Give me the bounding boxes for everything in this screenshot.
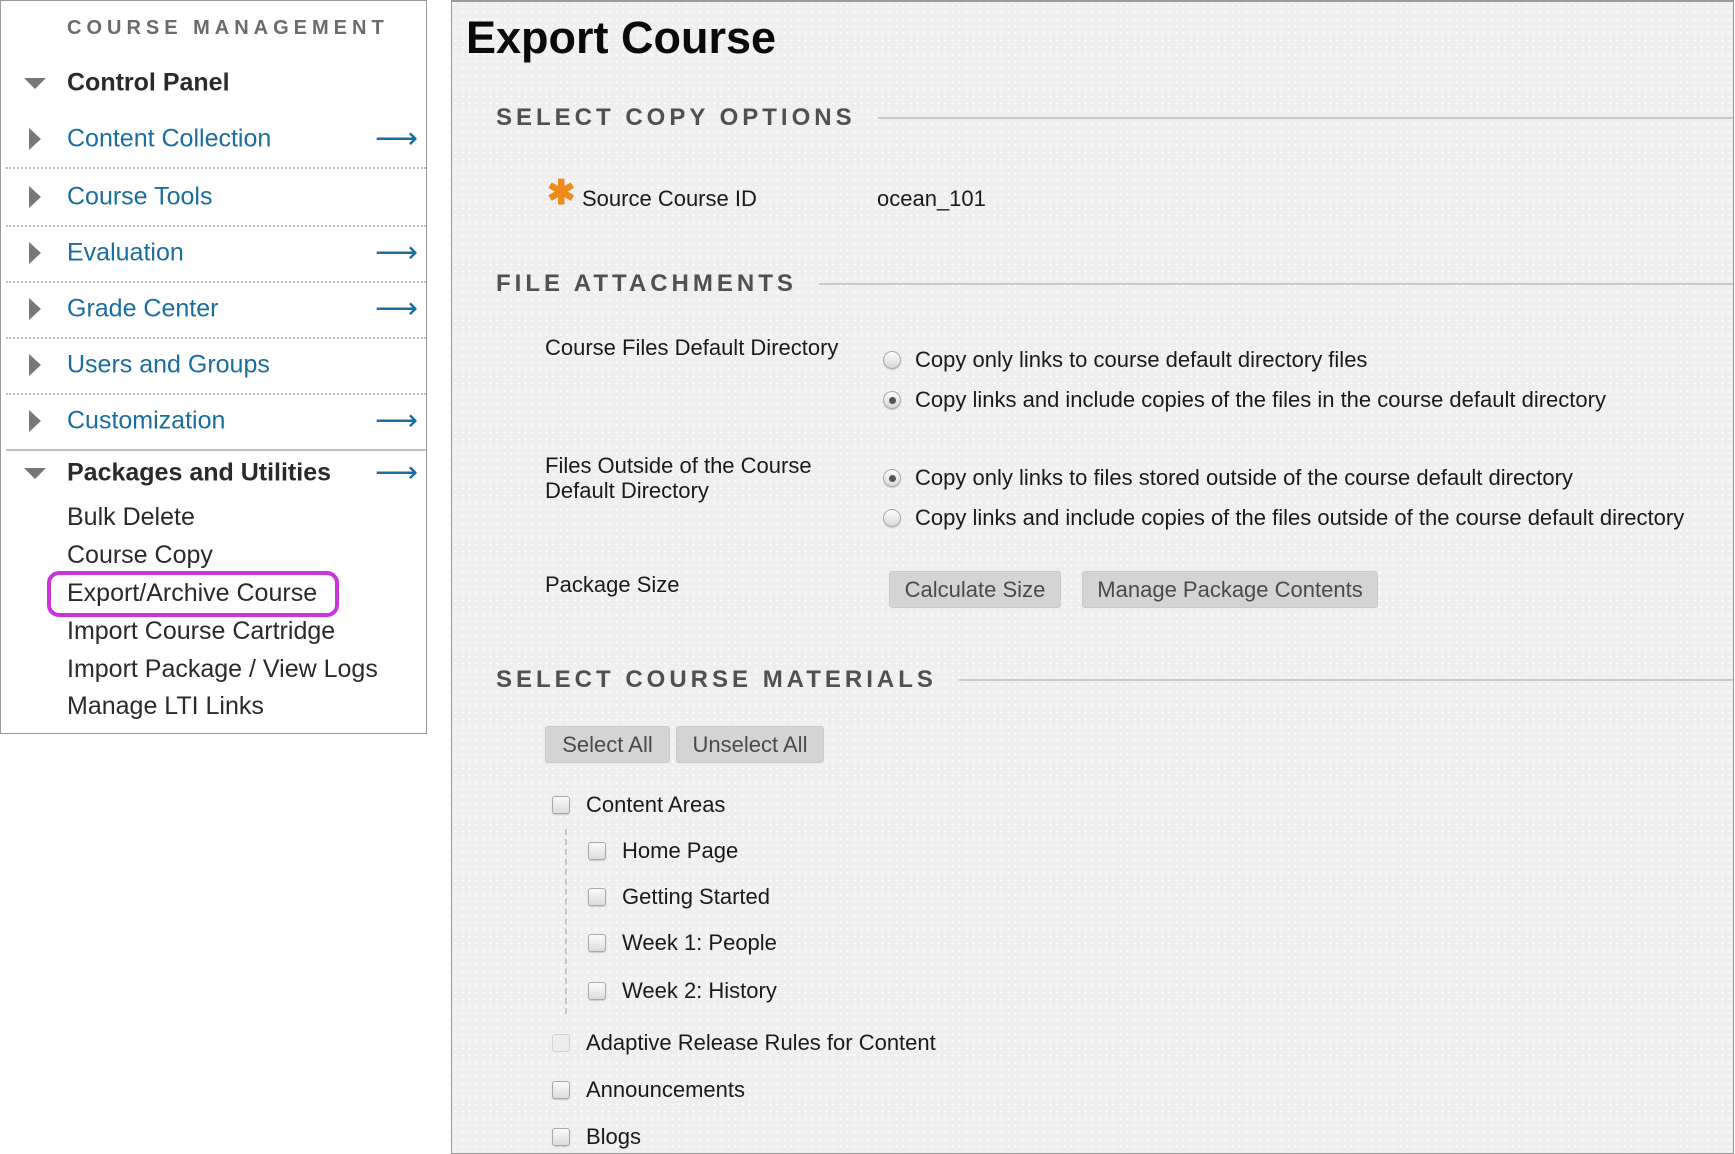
sidebar-subitem-bulk-delete[interactable]: Bulk Delete xyxy=(67,503,195,532)
collapsed-triangle-icon xyxy=(29,242,41,264)
checkbox-disabled xyxy=(552,1034,570,1052)
checkbox[interactable] xyxy=(552,1081,570,1099)
section-header-label: FILE ATTACHMENTS xyxy=(496,270,797,297)
radio-option-links-only-outside[interactable]: Copy only links to files stored outside … xyxy=(883,465,1573,491)
export-course-panel: Export Course SELECT COPY OPTIONS ✱ Sour… xyxy=(451,0,1734,1154)
arrow-right-icon[interactable]: ⟶ xyxy=(375,406,418,436)
expanded-triangle-icon xyxy=(24,78,46,89)
arrow-right-icon[interactable]: ⟶ xyxy=(375,294,418,324)
arrow-right-icon[interactable]: ⟶ xyxy=(375,238,418,268)
section-header-label: SELECT COURSE MATERIALS xyxy=(496,666,937,693)
collapsed-triangle-icon xyxy=(29,186,41,208)
sidebar-item-label[interactable]: Customization xyxy=(67,407,225,436)
sidebar-subitem-import-package-view-logs[interactable]: Import Package / View Logs xyxy=(67,655,378,684)
sidebar-item-content-collection[interactable]: Content Collection ⟶ xyxy=(6,111,426,169)
sidebar-heading: COURSE MANAGEMENT xyxy=(67,17,389,39)
checkbox[interactable] xyxy=(552,1128,570,1146)
radio-option-include-copies-outside[interactable]: Copy links and include copies of the fil… xyxy=(883,505,1684,531)
manage-package-contents-button[interactable]: Manage Package Contents xyxy=(1082,571,1378,608)
checkbox-item-adaptive-release-rules[interactable]: Adaptive Release Rules for Content xyxy=(552,1030,936,1056)
expanded-triangle-icon xyxy=(24,468,46,479)
course-management-sidebar: COURSE MANAGEMENT Control Panel Content … xyxy=(0,0,427,734)
calculate-size-button[interactable]: Calculate Size xyxy=(889,571,1061,608)
checkbox-item-getting-started[interactable]: Getting Started xyxy=(588,884,770,910)
checkbox-item-blogs[interactable]: Blogs xyxy=(552,1124,641,1150)
sidebar-item-evaluation[interactable]: Evaluation ⟶ xyxy=(6,225,426,283)
checkbox-label[interactable]: Blogs xyxy=(586,1124,641,1150)
radio-label[interactable]: Copy only links to course default direct… xyxy=(915,347,1367,373)
section-header-file-attachments: FILE ATTACHMENTS xyxy=(496,270,1733,298)
checkbox[interactable] xyxy=(588,982,606,1000)
highlight-annotation xyxy=(47,571,339,617)
sidebar-subitem-import-course-cartridge[interactable]: Import Course Cartridge xyxy=(67,617,335,646)
section-header-label: SELECT COPY OPTIONS xyxy=(496,104,856,131)
sidebar-item-label[interactable]: Course Tools xyxy=(67,183,212,212)
section-divider xyxy=(877,117,1733,119)
radio-label[interactable]: Copy links and include copies of the fil… xyxy=(915,387,1606,413)
sidebar-subitem-course-copy[interactable]: Course Copy xyxy=(67,541,213,570)
package-size-label: Package Size xyxy=(545,572,680,597)
checkbox[interactable] xyxy=(552,796,570,814)
arrow-right-icon[interactable]: ⟶ xyxy=(375,124,418,154)
required-asterisk-icon: ✱ xyxy=(547,174,576,212)
sidebar-item-label[interactable]: Grade Center xyxy=(67,295,218,324)
collapsed-triangle-icon xyxy=(29,410,41,432)
radio-option-links-only-default[interactable]: Copy only links to course default direct… xyxy=(883,347,1367,373)
sidebar-item-control-panel[interactable]: Control Panel xyxy=(6,55,426,111)
checkbox[interactable] xyxy=(588,842,606,860)
checkbox-item-announcements[interactable]: Announcements xyxy=(552,1077,745,1103)
checkbox-label: Adaptive Release Rules for Content xyxy=(586,1030,936,1055)
checkbox-label[interactable]: Week 2: History xyxy=(622,978,777,1004)
sidebar-item-customization[interactable]: Customization ⟶ xyxy=(6,393,426,451)
sidebar-item-label[interactable]: Users and Groups xyxy=(67,351,270,380)
source-course-id-value: ocean_101 xyxy=(877,186,986,211)
radio-option-include-copies-default[interactable]: Copy links and include copies of the fil… xyxy=(883,387,1606,413)
sidebar-item-course-tools[interactable]: Course Tools xyxy=(6,169,426,227)
sidebar-item-packages-and-utilities[interactable]: Packages and Utilities ⟶ xyxy=(6,445,426,501)
checkbox-item-home-page[interactable]: Home Page xyxy=(588,838,738,864)
sidebar-item-grade-center[interactable]: Grade Center ⟶ xyxy=(6,281,426,339)
section-header-course-materials: SELECT COURSE MATERIALS xyxy=(496,666,1733,694)
checkbox-label[interactable]: Getting Started xyxy=(622,884,770,910)
checkbox-item-content-areas[interactable]: Content Areas xyxy=(552,792,725,818)
radio-label[interactable]: Copy only links to files stored outside … xyxy=(915,465,1573,491)
checkbox-label[interactable]: Home Page xyxy=(622,838,738,864)
section-divider xyxy=(958,679,1733,681)
outside-files-label-line1: Files Outside of the Course xyxy=(545,453,812,478)
checkbox[interactable] xyxy=(588,934,606,952)
checkbox-label[interactable]: Announcements xyxy=(586,1077,745,1103)
section-header-copy-options: SELECT COPY OPTIONS xyxy=(496,104,1733,132)
collapsed-triangle-icon xyxy=(29,354,41,376)
arrow-right-icon[interactable]: ⟶ xyxy=(375,458,418,488)
select-all-button[interactable]: Select All xyxy=(545,726,670,763)
sidebar-item-label[interactable]: Evaluation xyxy=(67,239,184,268)
sidebar-item-label: Packages and Utilities xyxy=(67,458,332,487)
checkbox-item-week-1-people[interactable]: Week 1: People xyxy=(588,930,777,956)
checkbox-label[interactable]: Week 1: People xyxy=(622,930,777,956)
tree-connector-line xyxy=(565,829,567,1014)
radio-button[interactable] xyxy=(883,509,901,527)
sidebar-item-label[interactable]: Content Collection xyxy=(67,125,271,154)
source-course-id-label: Source Course ID xyxy=(582,186,757,211)
sidebar-item-label: Control Panel xyxy=(67,68,230,97)
page-title: Export Course xyxy=(466,12,777,63)
checkbox-item-week-2-history[interactable]: Week 2: History xyxy=(588,978,777,1004)
radio-button[interactable] xyxy=(883,351,901,369)
outside-files-label-line2: Default Directory xyxy=(545,478,709,503)
course-files-directory-label: Course Files Default Directory xyxy=(545,335,839,360)
collapsed-triangle-icon xyxy=(29,298,41,320)
radio-button-selected[interactable] xyxy=(883,391,901,409)
radio-button-selected[interactable] xyxy=(883,469,901,487)
radio-label[interactable]: Copy links and include copies of the fil… xyxy=(915,505,1684,531)
unselect-all-button[interactable]: Unselect All xyxy=(676,726,824,763)
checkbox[interactable] xyxy=(588,888,606,906)
sidebar-item-users-and-groups[interactable]: Users and Groups xyxy=(6,337,426,395)
checkbox-label[interactable]: Content Areas xyxy=(586,792,725,818)
collapsed-triangle-icon xyxy=(29,128,41,150)
sidebar-subitem-manage-lti-links[interactable]: Manage LTI Links xyxy=(67,692,264,721)
section-divider xyxy=(818,283,1733,285)
